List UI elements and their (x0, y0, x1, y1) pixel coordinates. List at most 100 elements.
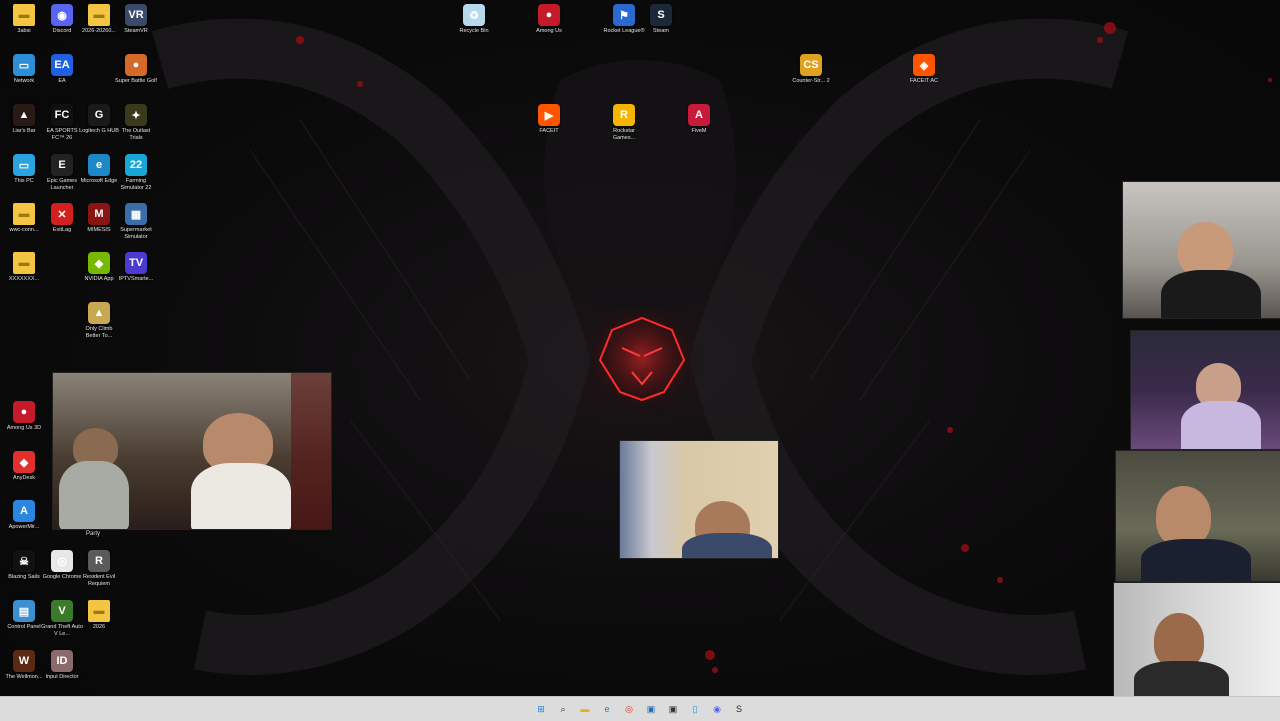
golf-icon: ● (125, 54, 147, 76)
steam-icon: S (735, 704, 742, 714)
windows-icon: ⊞ (537, 703, 545, 714)
webcam-right-4 (1113, 582, 1280, 696)
desktop-icon-rocket-league[interactable]: ⚑ Rocket League® (603, 4, 645, 35)
desktop-icon-ea-sports-fc[interactable]: FC EA SPORTS FC™ 26 (43, 104, 81, 141)
desktop-icon-xxx-folder[interactable]: ▬ XXXXXXX... (5, 252, 43, 283)
desktop-icon-fivem[interactable]: A FiveM (680, 104, 718, 135)
desktop-icon-outlast[interactable]: ✦ The Outlast Trials (117, 104, 155, 141)
gta-icon: V (51, 600, 73, 622)
desktop-icon-recycle-bin[interactable]: ♻ Recycle Bin (455, 4, 493, 35)
desktop-icon-folder-2026b[interactable]: ▬ 2026 (80, 600, 118, 631)
desktop-icon-super-battle-golf[interactable]: ● Super Battle Golf (115, 54, 157, 85)
desktop-icon-label: Epic Games Launcher (47, 178, 77, 191)
desktop-icon-blazing-sails[interactable]: ☠ Blazing Sails (5, 550, 43, 581)
desktop-icon-apowermirror[interactable]: A ApowerMir... (5, 500, 43, 531)
wellmon-icon: W (13, 650, 35, 672)
faceit-ac-icon: ◈ (913, 54, 935, 76)
anydesk-icon: ◆ (13, 451, 35, 473)
rocket-league-icon: ⚑ (613, 4, 635, 26)
desktop-icon-chrome[interactable]: ◎ Google Chrome (43, 550, 81, 581)
folder-icon: ▬ (88, 600, 110, 622)
desktop-icon-label: SteamVR (124, 28, 148, 34)
desktop-icon-label: FiveM (691, 128, 707, 134)
apowermirror-icon: A (13, 500, 35, 522)
window-icon: ▯ (692, 703, 698, 714)
taskbar-app-3[interactable]: ▯ (687, 701, 703, 717)
desktop-icon-label: ApowerMir... (8, 524, 40, 530)
desktop-icon-steamvr[interactable]: VR SteamVR (117, 4, 155, 35)
desktop-icon-ea[interactable]: EA EA (43, 54, 81, 85)
chrome-icon: ◎ (625, 703, 633, 714)
desktop-icon-label: Only Climb Better To... (85, 326, 113, 339)
desktop-icon-network[interactable]: ▭ Network (5, 54, 43, 85)
taskbar-search[interactable]: ⌕ (555, 701, 571, 717)
desktop-icon-label: Among Us (536, 28, 562, 34)
taskbar-file-explorer[interactable]: ▬ (577, 701, 593, 717)
desktop-icon-anydesk[interactable]: ◆ AnyDesk (5, 451, 43, 482)
desktop-icon-label: Logitech G HUB (79, 128, 119, 134)
desktop-icon-label: NVIDIA App (84, 276, 114, 282)
desktop-icon-mimesis[interactable]: M MIMESIS (80, 203, 118, 234)
desktop-icon-rockstar[interactable]: R Rockstar Games... (605, 104, 643, 141)
desktop-icon-counter-strike[interactable]: CS Counter-Str... 2 (792, 54, 830, 85)
desktop-icon-logitech[interactable]: G Logitech G HUB (79, 104, 119, 135)
taskbar-app-2[interactable]: ▣ (665, 701, 681, 717)
desktop-icon-label: FACEIT (539, 128, 559, 134)
folder-icon: ▬ (580, 704, 590, 714)
nvidia-icon: ◆ (88, 252, 110, 274)
desktop-icon-exitlag[interactable]: ✕ ExitLag (43, 203, 81, 234)
desktop-icon-only-climb[interactable]: ▲ Only Climb Better To... (80, 302, 118, 339)
webcam-right-1 (1122, 181, 1280, 319)
desktop-icon-3absi[interactable]: ▬ 3absi (5, 4, 43, 35)
webcam-right-3 (1115, 450, 1280, 582)
taskbar-discord[interactable]: ◉ (709, 701, 725, 717)
desktop-icon-resident-evil[interactable]: R Resident Evil Requiem (80, 550, 118, 587)
taskbar-steam[interactable]: S (731, 701, 747, 717)
desktop-icon-supermarket[interactable]: ▦ Supermarket Simulator (117, 203, 155, 240)
desktop-icon-gta[interactable]: V Grand Theft Auto V Le... (41, 600, 83, 637)
ea-fc-icon: FC (51, 104, 73, 126)
input-director-icon: ID (51, 650, 73, 672)
terminal-icon: ▣ (668, 703, 678, 714)
desktop-icon-discord[interactable]: ◉ Discord (43, 4, 81, 35)
taskbar-edge[interactable]: e (599, 701, 615, 717)
desktop-icon-epic[interactable]: E Epic Games Launcher (43, 154, 81, 191)
rockstar-icon: R (613, 104, 635, 126)
desktop-icon-among-us-3d[interactable]: ● Among Us 3D (5, 401, 43, 432)
skull-icon: ☠ (13, 550, 35, 572)
desktop-icon-wellmon[interactable]: W The Wellmon... (5, 650, 43, 681)
desktop-icon-label: Google Chrome (42, 574, 82, 580)
desktop-icon-steam[interactable]: S Steam (642, 4, 680, 35)
taskbar-app-1[interactable]: ▣ (643, 701, 659, 717)
outlast-icon: ✦ (125, 104, 147, 126)
iptv-icon: TV (125, 252, 147, 274)
desktop-icon-edge[interactable]: e Microsoft Edge (80, 154, 118, 185)
start-button[interactable]: ⊞ (533, 701, 549, 717)
mimesis-icon: M (88, 203, 110, 225)
desktop-icon-this-pc[interactable]: ▭ This PC (5, 154, 43, 185)
desktop-icon-label: The Outlast Trials (121, 128, 151, 141)
folder-icon: ▬ (13, 203, 35, 225)
desktop-icon-label: Steam (653, 28, 669, 34)
desktop-icon-nvidia[interactable]: ◆ NVIDIA App (80, 252, 118, 283)
desktop-icon-among-us[interactable]: ● Among Us (530, 4, 568, 35)
webcam-right-2 (1130, 330, 1280, 450)
logitech-icon: G (88, 104, 110, 126)
chrome-icon: ◎ (51, 550, 73, 572)
desktop-icon-faceit[interactable]: ▶ FACEIT (530, 104, 568, 135)
desktop-icon-input-director[interactable]: ID Input Director (43, 650, 81, 681)
desktop-icon-label: EA SPORTS FC™ 26 (46, 128, 78, 141)
desktop-icon-farming[interactable]: 22 Farming Simulator 22 (117, 154, 155, 191)
taskbar-chrome[interactable]: ◎ (621, 701, 637, 717)
desktop-icon-folder-2026[interactable]: ▬ 2026-20260... (80, 4, 118, 35)
desktop-icon-iptv[interactable]: TV IPTVSmarte... (117, 252, 155, 283)
desktop-icon-liars-bar[interactable]: ▲ Liar's Bar (5, 104, 43, 135)
desktop-icon-wwc[interactable]: ▬ wwc-conn... (5, 203, 43, 234)
faceit-icon: ▶ (538, 104, 560, 126)
desktop: ▬ 3absi ◉ Discord ▬ 2026-20260... VR SteamVR ▭ Ne… (0, 0, 1280, 696)
network-icon: ▭ (13, 54, 35, 76)
desktop-icon-faceit-ac[interactable]: ◈ FACEIT AC (905, 54, 943, 85)
desktop-icon-label: This PC (14, 178, 34, 184)
counter-strike-icon: CS (800, 54, 822, 76)
desktop-icon-control-panel[interactable]: ▤ Control Panel (5, 600, 43, 631)
